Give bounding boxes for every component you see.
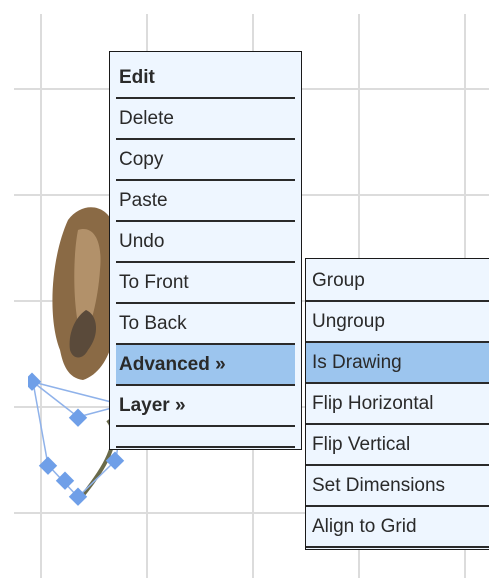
submenu-item-flip-horizontal[interactable]: Flip Horizontal — [306, 384, 489, 425]
context-menu: Edit Delete Copy Paste Undo To Front To … — [109, 51, 302, 450]
menu-item-to-front[interactable]: To Front — [116, 263, 295, 304]
menu-header-edit: Edit — [116, 58, 295, 99]
menu-item-layer[interactable]: Layer » — [116, 386, 295, 427]
menu-item-copy[interactable]: Copy — [116, 140, 295, 181]
menu-item-to-back[interactable]: To Back — [116, 304, 295, 345]
menu-item-paste[interactable]: Paste — [116, 181, 295, 222]
submenu-item-flip-vertical[interactable]: Flip Vertical — [306, 425, 489, 466]
submenu-item-is-drawing[interactable]: Is Drawing — [306, 343, 489, 384]
advanced-submenu: Group Ungroup Is Drawing Flip Horizontal… — [305, 258, 489, 550]
menu-item-advanced[interactable]: Advanced » — [116, 345, 295, 386]
resize-handle[interactable] — [55, 471, 75, 490]
submenu-item-group[interactable]: Group — [306, 261, 489, 302]
menu-item-undo[interactable]: Undo — [116, 222, 295, 263]
resize-handle[interactable] — [28, 372, 42, 391]
submenu-item-ungroup[interactable]: Ungroup — [306, 302, 489, 343]
menu-item-delete[interactable]: Delete — [116, 99, 295, 140]
menu-divider — [116, 427, 295, 448]
submenu-item-align-to-grid[interactable]: Align to Grid — [306, 507, 489, 548]
submenu-item-set-dimensions[interactable]: Set Dimensions — [306, 466, 489, 507]
